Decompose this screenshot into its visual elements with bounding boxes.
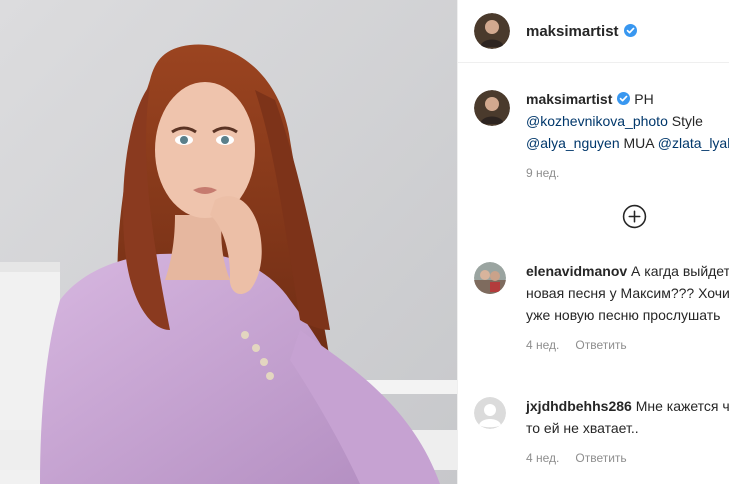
- post-caption: maksimartist PH @kozhevnikova_photo Styl…: [474, 88, 729, 184]
- default-avatar-icon: [474, 397, 506, 429]
- caption-text: maksimartist PH @kozhevnikova_photo Styl…: [526, 88, 729, 184]
- comment-timestamp[interactable]: 4 нед.: [526, 447, 559, 469]
- mention-mua-link[interactable]: @zlata_lyal: [658, 135, 729, 151]
- comment-meta: 4 нед. Ответить: [526, 447, 729, 469]
- post-photo[interactable]: [0, 0, 457, 484]
- caption-meta: 9 нед.: [526, 162, 729, 184]
- author-username-text: maksimartist: [526, 22, 619, 40]
- mention-style-link[interactable]: @alya_nguyen: [526, 135, 620, 151]
- caption-style-label: Style: [671, 113, 703, 129]
- verified-badge-icon: [617, 92, 631, 105]
- reply-button[interactable]: Ответить: [575, 447, 626, 469]
- reply-button[interactable]: Ответить: [575, 334, 626, 356]
- verified-badge-icon: [623, 23, 637, 37]
- post-sidebar: maksimartist maksimartist PH @kozhevniko…: [457, 0, 729, 484]
- comment-text: elenavidmanov А кагда выйдет новая песня…: [526, 260, 729, 356]
- caption-author-avatar[interactable]: [474, 90, 510, 126]
- comment-username[interactable]: elenavidmanov: [526, 263, 627, 279]
- caption-prefix: PH: [634, 91, 654, 107]
- comment-username[interactable]: jxjdhdbehhs286: [526, 398, 632, 414]
- post-header: maksimartist: [458, 0, 729, 63]
- post-image: [0, 0, 457, 484]
- commenter-avatar[interactable]: [474, 262, 506, 294]
- caption-username-text: maksimartist: [526, 91, 613, 107]
- caption-username[interactable]: maksimartist: [526, 91, 631, 107]
- comment-item: jxjdhdbehhs286 Мне кажется что-то ей не …: [474, 395, 729, 469]
- comment-timestamp[interactable]: 4 нед.: [526, 334, 559, 356]
- comment-meta: 4 нед. Ответить: [526, 334, 729, 356]
- comment-text: jxjdhdbehhs286 Мне кажется что-то ей не …: [526, 395, 729, 469]
- user-photo-avatar: [474, 262, 506, 294]
- plus-circle-icon[interactable]: [622, 204, 647, 229]
- mention-photo-link[interactable]: @kozhevnikova_photo: [526, 113, 668, 129]
- caption-timestamp[interactable]: 9 нед.: [526, 162, 559, 184]
- caption-mua-label: MUA: [623, 135, 654, 151]
- author-avatar[interactable]: [474, 13, 510, 49]
- author-avatar-image: [474, 13, 510, 49]
- author-username[interactable]: maksimartist: [526, 23, 637, 40]
- commenter-avatar[interactable]: [474, 397, 506, 429]
- caption-author-avatar-image: [474, 90, 510, 126]
- comment-item: elenavidmanov А кагда выйдет новая песня…: [474, 260, 729, 356]
